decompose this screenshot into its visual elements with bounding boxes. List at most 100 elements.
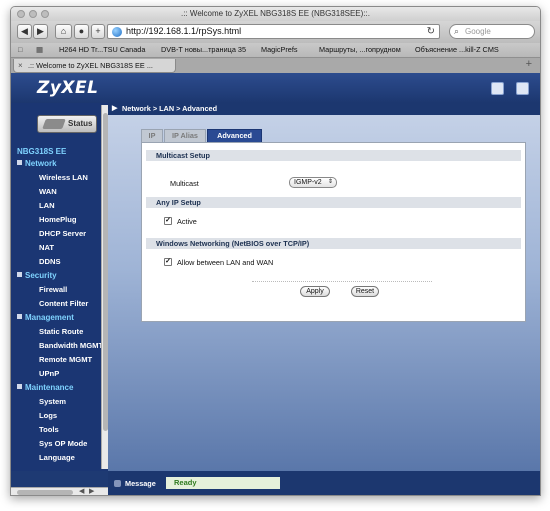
sidebar-item-static-route[interactable]: Static Route (15, 325, 102, 339)
active-checkbox[interactable]: ✓ (164, 217, 172, 225)
browser-tab[interactable]: × .:: Welcome to ZyXEL NBG318S EE ... (13, 59, 176, 73)
title-bar: .:: Welcome to ZyXEL NBG318S EE (NBG318S… (11, 7, 540, 21)
url-text: http://192.168.1.1/rpSys.html (126, 26, 242, 36)
sidebar-item-logs[interactable]: Logs (15, 409, 102, 423)
allow-lan-wan-checkbox[interactable]: ✓ (164, 258, 172, 266)
globe-icon (112, 27, 122, 37)
sidebar-item-dhcp-server[interactable]: DHCP Server (15, 227, 102, 241)
message-label: Message (125, 479, 156, 488)
bookmark-item[interactable]: Объяснение ...kill-Z CMS (415, 43, 499, 57)
sidebar-item-homeplug[interactable]: HomePlug (15, 213, 102, 227)
drive-icon (42, 119, 66, 129)
address-bar[interactable]: http://192.168.1.1/rpSys.html ↻ (107, 24, 440, 39)
active-label: Active (177, 217, 197, 226)
reading-list-icon[interactable]: □ (18, 43, 22, 57)
breadcrumb-arrow-icon: ▶ (112, 105, 118, 112)
downloads-button[interactable]: ● (74, 24, 89, 39)
collapse-icon (17, 272, 22, 277)
bookmarks-bar: □ ▦ H264 HD Tr...TSU Canada DVB-T новы..… (11, 43, 540, 57)
sidebar-section-label: Management (25, 313, 74, 322)
divider (252, 281, 432, 282)
tab-strip: × .:: Welcome to ZyXEL NBG318S EE ... + (11, 57, 540, 73)
bookmark-item[interactable]: Маршруты, ...гопрудном (319, 43, 401, 57)
message-bar: Message Ready (108, 471, 540, 495)
allow-lan-wan-label: Allow between LAN and WAN (177, 258, 274, 267)
multicast-select[interactable]: IGMP-v2 ⇕ (289, 177, 337, 188)
any-ip-section-header: Any IP Setup (146, 197, 521, 208)
sidebar-item-firewall[interactable]: Firewall (15, 283, 102, 297)
bookmark-item[interactable]: H264 HD Tr...TSU Canada (59, 43, 145, 57)
bookmark-item[interactable]: DVB-T новы...траница 35 (161, 43, 246, 57)
sidebar-item-wan[interactable]: WAN (15, 185, 102, 199)
close-window-icon[interactable] (17, 10, 25, 18)
tab-ip-alias[interactable]: IP Alias (164, 129, 206, 142)
sidebar-item-lan[interactable]: LAN (15, 199, 102, 213)
home-icon: ⌂ (60, 26, 67, 36)
sidebar-item-tools[interactable]: Tools (15, 423, 102, 437)
scroll-right-icon[interactable]: ▶ (89, 487, 94, 495)
sidebar-section-label: Security (25, 271, 57, 280)
sidebar-section-security[interactable]: Security (15, 269, 102, 283)
scrollbar-thumb[interactable] (17, 490, 73, 495)
sidebar-item-nat[interactable]: NAT (15, 241, 102, 255)
back-button[interactable]: ◀ (17, 24, 32, 39)
logout-icon[interactable] (516, 82, 529, 95)
sidebar-section-label: Network (25, 159, 57, 168)
status-button-label: Status (68, 119, 93, 128)
new-tab-icon[interactable]: + (526, 58, 532, 70)
sidebar-item-content-filter[interactable]: Content Filter (15, 297, 102, 311)
nav-menu: Network Wireless LAN WAN LAN HomePlug DHCP Se… (15, 157, 102, 465)
search-input[interactable]: ⌕ Google (449, 24, 535, 39)
search-icon: ⌕ (454, 26, 460, 36)
scroll-left-icon[interactable]: ◀ (79, 487, 84, 495)
sidebar-section-network[interactable]: Network (15, 157, 102, 171)
sidebar-vertical-scrollbar[interactable] (101, 105, 108, 469)
zoom-window-icon[interactable] (41, 10, 49, 18)
search-placeholder: Google (465, 27, 491, 36)
sidebar-item-ddns[interactable]: DDNS (15, 255, 102, 269)
collapse-icon (17, 384, 22, 389)
reload-icon[interactable]: ↻ (427, 25, 435, 38)
sidebar-section-maintenance[interactable]: Maintenance (15, 381, 102, 395)
breadcrumb: ▶ Network > LAN > Advanced (108, 103, 540, 115)
bookmark-item[interactable]: MagicPrefs (261, 43, 298, 57)
router-header: ZyXEL (11, 73, 540, 103)
minimize-window-icon[interactable] (29, 10, 37, 18)
sidebar-horizontal-scrollbar[interactable]: ◀ ▶ (11, 487, 108, 495)
window-title: .:: Welcome to ZyXEL NBG318S EE (NBG318S… (181, 9, 370, 18)
close-tab-icon[interactable]: × (18, 59, 23, 72)
notes-icon[interactable] (491, 82, 504, 95)
left-pane: Status NBG318S EE Network Wireless LAN WAN… (11, 103, 108, 471)
window-controls (17, 10, 49, 18)
sidebar-item-language[interactable]: Language (15, 451, 102, 465)
updown-icon: ⇕ (327, 179, 333, 185)
sidebar: Status NBG318S EE Network Wireless LAN WAN… (15, 106, 102, 468)
sidebar-section-management[interactable]: Management (15, 311, 102, 325)
home-button[interactable]: ⌂ (55, 24, 72, 39)
status-button[interactable]: Status (37, 115, 97, 133)
apply-button[interactable]: Apply (300, 286, 330, 297)
forward-arrow-icon: ▶ (37, 26, 44, 36)
add-bookmark-button[interactable]: + (91, 24, 105, 39)
forward-button[interactable]: ▶ (33, 24, 48, 39)
message-value: Ready (166, 477, 280, 489)
back-arrow-icon: ◀ (21, 26, 28, 36)
multicast-value: IGMP-v2 (294, 179, 322, 186)
checkmark-icon: ✓ (165, 217, 171, 224)
sidebar-item-remote-mgmt[interactable]: Remote MGMT (15, 353, 102, 367)
sidebar-section-label: Maintenance (25, 383, 74, 392)
sidebar-item-sys-op-mode[interactable]: Sys OP Mode (15, 437, 102, 451)
netbios-section-header: Windows Networking (NetBIOS over TCP/IP) (146, 238, 521, 249)
tab-advanced[interactable]: Advanced (207, 129, 262, 142)
device-name: NBG318S EE (17, 147, 67, 156)
sidebar-item-bandwidth-mgmt[interactable]: Bandwidth MGMT (15, 339, 102, 353)
sidebar-item-system[interactable]: System (15, 395, 102, 409)
reset-button[interactable]: Reset (351, 286, 379, 297)
multicast-section-header: Multicast Setup (146, 150, 521, 161)
browser-window: .:: Welcome to ZyXEL NBG318S EE (NBG318S… (10, 6, 541, 496)
sidebar-item-upnp[interactable]: UPnP (15, 367, 102, 381)
top-sites-icon[interactable]: ▦ (36, 43, 43, 57)
router-page: ZyXEL Status NBG318S EE Network Wireless … (11, 73, 540, 495)
sidebar-item-wireless-lan[interactable]: Wireless LAN (15, 171, 102, 185)
tab-ip[interactable]: IP (141, 129, 163, 142)
